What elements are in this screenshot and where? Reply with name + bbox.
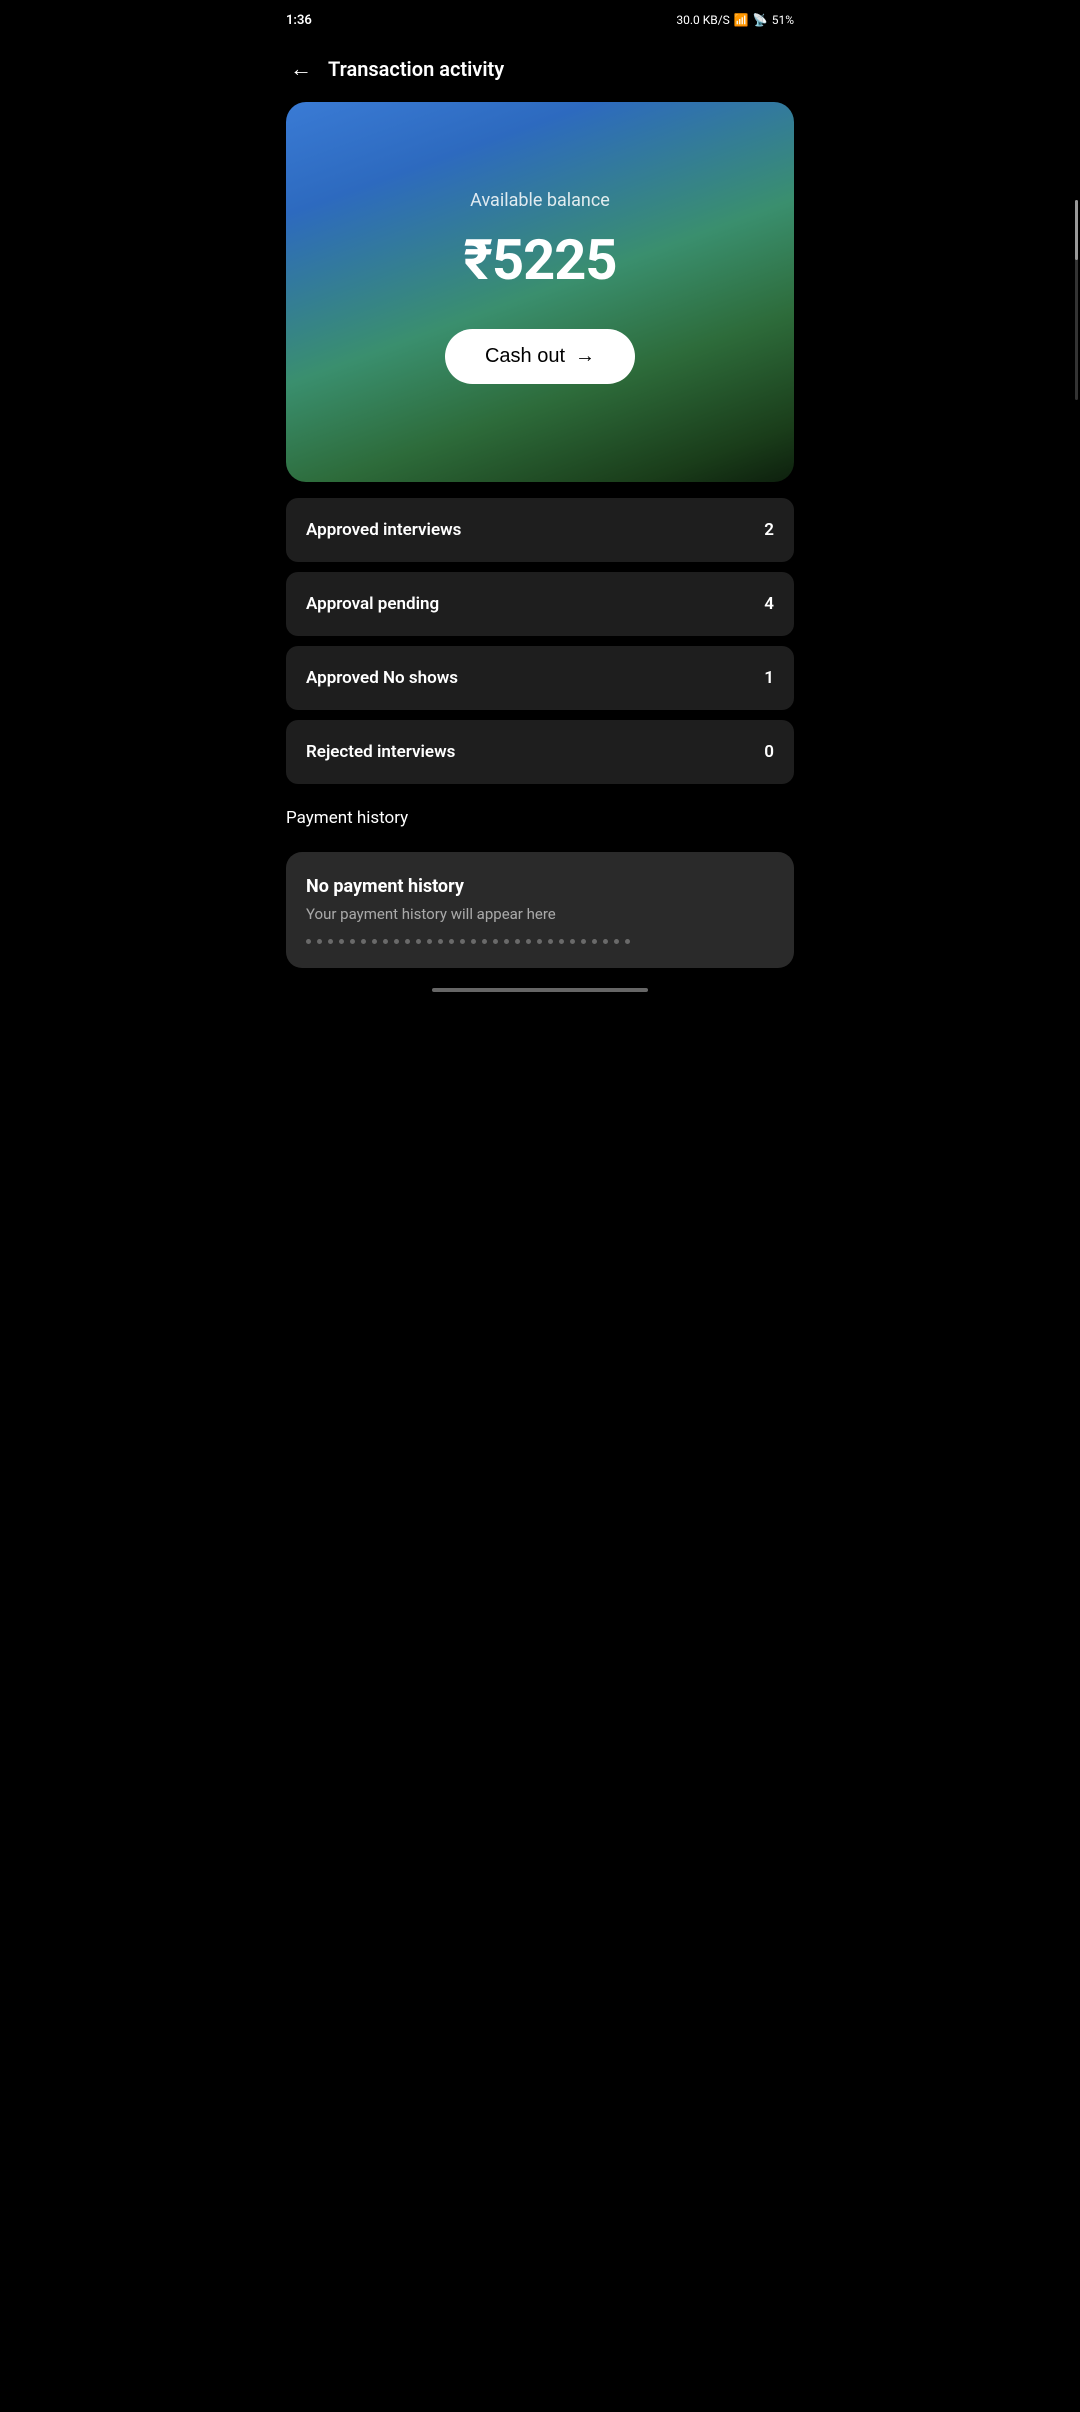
stat-row[interactable]: Approved No shows 1 [286,646,794,710]
stat-label: Approval pending [306,594,439,614]
back-button[interactable]: ← [286,52,316,86]
stat-value: 1 [764,668,774,688]
back-arrow-icon: ← [290,56,312,82]
status-wifi-icon: 📶 [734,13,749,27]
scrollbar-thumb[interactable] [1075,200,1078,260]
stat-label: Rejected interviews [306,742,455,762]
balance-label: Available balance [470,190,610,211]
balance-amount: ₹5225 [464,227,617,293]
stat-row[interactable]: Approval pending 4 [286,572,794,636]
home-indicator [432,988,648,992]
dots-decoration [306,939,774,944]
status-signal-icon: 📡 [753,13,768,27]
page-title: Transaction activity [328,57,504,81]
balance-card: Available balance ₹5225 Cash out → [286,102,794,482]
payment-history-title: Payment history [286,808,794,828]
stat-label: Approved No shows [306,668,458,688]
stat-value: 0 [764,742,774,762]
header: ← Transaction activity [270,40,810,102]
cash-out-arrow-icon: → [575,345,595,368]
status-battery: 51% [772,13,794,27]
no-payment-card: No payment history Your payment history … [286,852,794,968]
stats-container: Approved interviews2Approval pending4App… [286,498,794,784]
stat-label: Approved interviews [306,520,461,540]
no-payment-title: No payment history [306,876,774,897]
status-right: 30.0 KB/S 📶 📡 51% [676,13,794,27]
scrollbar-track[interactable] [1075,200,1078,400]
cash-out-button[interactable]: Cash out → [445,329,635,384]
stat-value: 2 [764,520,774,540]
status-time: 1:36 [286,13,312,28]
status-bar: 1:36 30.0 KB/S 📶 📡 51% [270,0,810,40]
no-payment-subtitle: Your payment history will appear here [306,905,774,923]
payment-history-section: Payment history [270,784,810,852]
stat-value: 4 [764,594,774,614]
cash-out-label: Cash out [485,345,565,368]
status-network: 30.0 KB/S [676,13,729,27]
stat-row[interactable]: Rejected interviews 0 [286,720,794,784]
stat-row[interactable]: Approved interviews 2 [286,498,794,562]
